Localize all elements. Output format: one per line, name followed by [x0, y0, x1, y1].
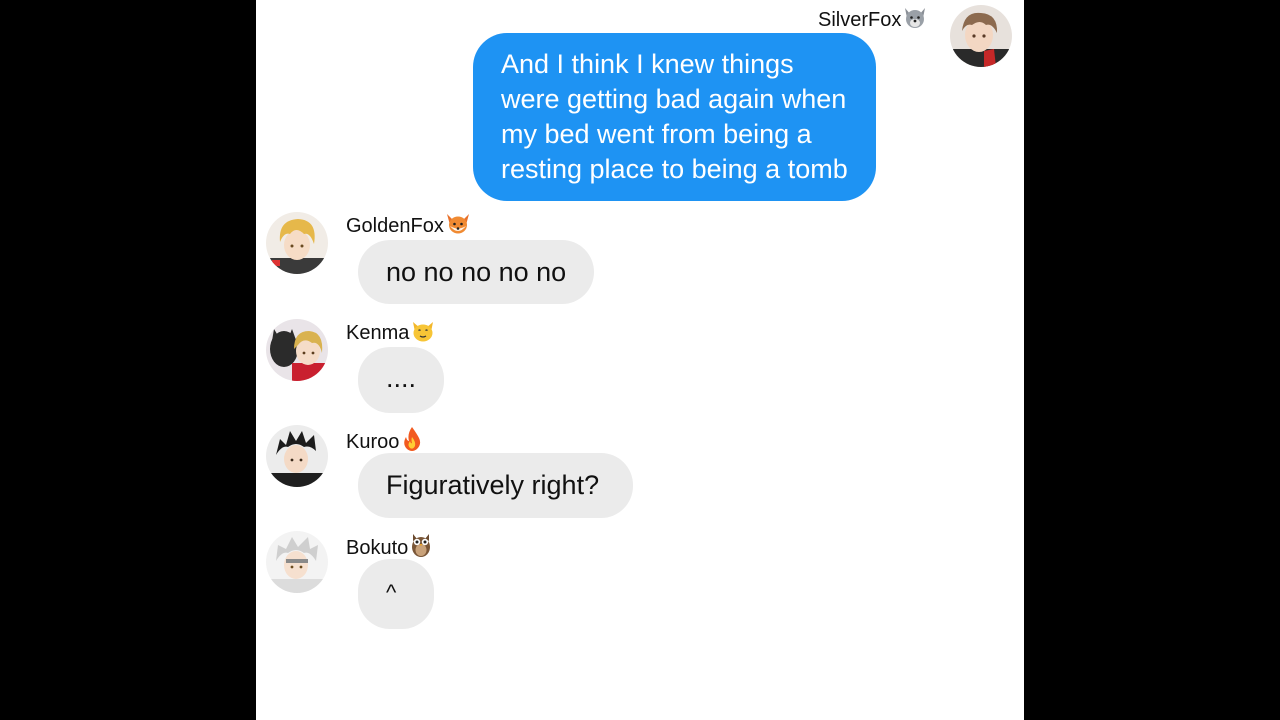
message-text: .... [386, 363, 417, 393]
message-bubble-kenma[interactable]: .... [358, 347, 444, 413]
avatar-kuroo[interactable] [266, 425, 328, 487]
fox-icon [445, 212, 471, 242]
sender-name-kenma: Kenma [346, 319, 436, 349]
wolf-icon [902, 6, 928, 36]
avatar-kenma[interactable] [266, 319, 328, 381]
owl-icon [409, 532, 433, 564]
avatar-goldenfox[interactable] [266, 212, 328, 274]
message-line: And I think I knew things [501, 49, 794, 79]
cat-icon [410, 319, 436, 349]
sender-name-silverfox: SilverFox [818, 6, 928, 36]
message-line: were getting bad again when [501, 84, 847, 114]
message-line: my bed went from being a [501, 119, 812, 149]
sender-name-text: GoldenFox [346, 215, 444, 237]
sender-name-goldenfox: GoldenFox [346, 212, 471, 242]
message-text: no no no no no [386, 257, 567, 287]
avatar-bokuto[interactable] [266, 531, 328, 593]
sender-name-text: Kuroo [346, 431, 400, 453]
message-bubble-kuroo[interactable]: Figuratively right? [358, 453, 634, 518]
sender-name-text: SilverFox [818, 9, 902, 31]
sender-name-text: Kenma [346, 322, 410, 344]
sender-name-text: Bokuto [346, 537, 409, 559]
video-frame: SilverFox And I think I knew things were… [0, 0, 1280, 720]
chat-window: SilverFox And I think I knew things were… [256, 0, 1024, 720]
message-text: ^ [386, 580, 397, 605]
message-bubble-goldenfox[interactable]: no no no no no [358, 240, 595, 304]
message-text: Figuratively right? [386, 470, 600, 500]
message-line: resting place to being a tomb [501, 154, 848, 184]
message-bubble-bokuto[interactable]: ^ [358, 559, 434, 629]
message-bubble-silverfox[interactable]: And I think I knew things were getting b… [473, 33, 876, 201]
avatar-silverfox[interactable] [950, 5, 1012, 67]
